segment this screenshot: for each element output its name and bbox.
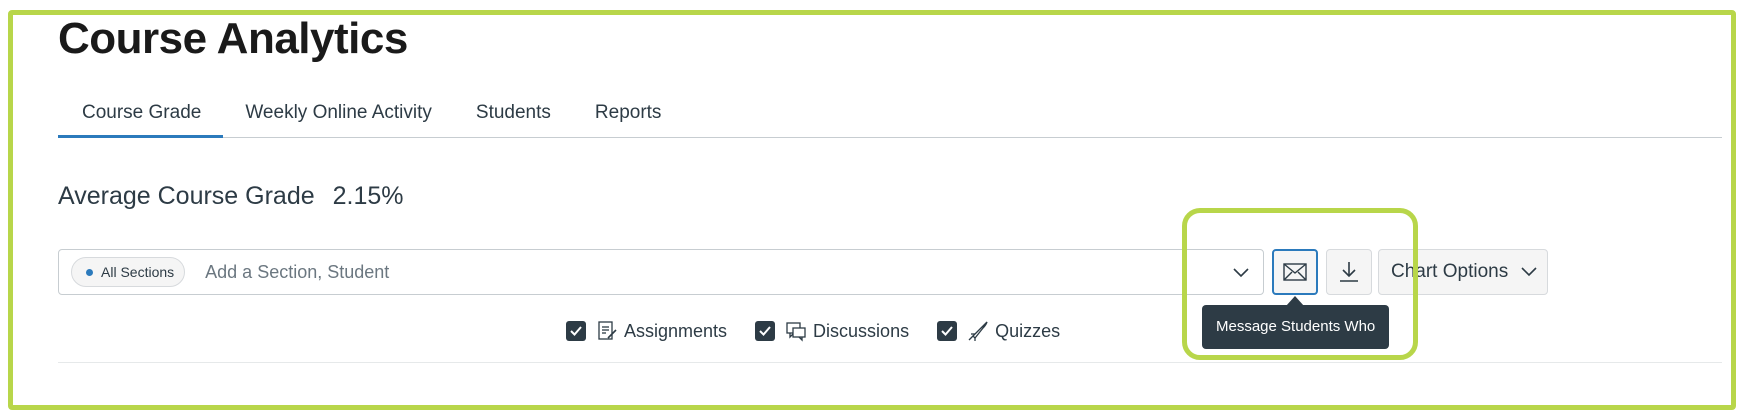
tab-students[interactable]: Students bbox=[454, 98, 573, 138]
chart-options-label: Chart Options bbox=[1391, 261, 1509, 282]
section-student-filter[interactable]: All Sections bbox=[58, 249, 1264, 295]
download-icon bbox=[1340, 262, 1358, 282]
chevron-down-icon[interactable] bbox=[1231, 262, 1251, 282]
pill-dot-icon bbox=[86, 268, 93, 276]
average-course-grade: Average Course Grade 2.15% bbox=[58, 182, 404, 211]
page-title: Course Analytics bbox=[58, 14, 408, 63]
discussion-icon bbox=[785, 320, 807, 342]
all-sections-pill[interactable]: All Sections bbox=[71, 257, 186, 287]
chevron-down-icon bbox=[1521, 267, 1537, 277]
checkbox-checked-icon[interactable] bbox=[566, 321, 586, 341]
legend-label-quizzes: Quizzes bbox=[995, 320, 1061, 341]
legend-label-discussions: Discussions bbox=[813, 320, 910, 341]
message-students-button[interactable] bbox=[1272, 249, 1318, 295]
assignment-icon bbox=[596, 320, 618, 342]
average-grade-value: 2.15% bbox=[332, 182, 404, 210]
tab-reports[interactable]: Reports bbox=[573, 98, 684, 138]
legend-item-quizzes[interactable]: Quizzes bbox=[937, 320, 1060, 342]
filter-input[interactable] bbox=[205, 261, 1106, 283]
tab-bar: Course Grade Weekly Online Activity Stud… bbox=[58, 98, 1722, 138]
pill-label: All Sections bbox=[101, 264, 175, 280]
chart-area-edge bbox=[58, 362, 1722, 363]
message-students-tooltip: Message Students Who bbox=[1202, 305, 1390, 349]
quiz-icon bbox=[967, 320, 989, 342]
average-grade-label: Average Course Grade bbox=[58, 182, 315, 210]
legend-item-assignments[interactable]: Assignments bbox=[566, 320, 727, 342]
activity-type-legend: Assignments Discussions Quizzes bbox=[566, 320, 1088, 342]
tab-course-grade[interactable]: Course Grade bbox=[58, 98, 224, 138]
envelope-icon bbox=[1283, 263, 1307, 281]
checkbox-checked-icon[interactable] bbox=[937, 321, 958, 341]
checkbox-checked-icon[interactable] bbox=[755, 321, 776, 341]
download-button[interactable] bbox=[1326, 249, 1372, 295]
chart-options-button[interactable]: Chart Options bbox=[1378, 249, 1548, 295]
tab-weekly-online-activity[interactable]: Weekly Online Activity bbox=[223, 98, 454, 138]
legend-item-discussions[interactable]: Discussions bbox=[755, 320, 909, 342]
legend-label-assignments: Assignments bbox=[624, 320, 728, 341]
